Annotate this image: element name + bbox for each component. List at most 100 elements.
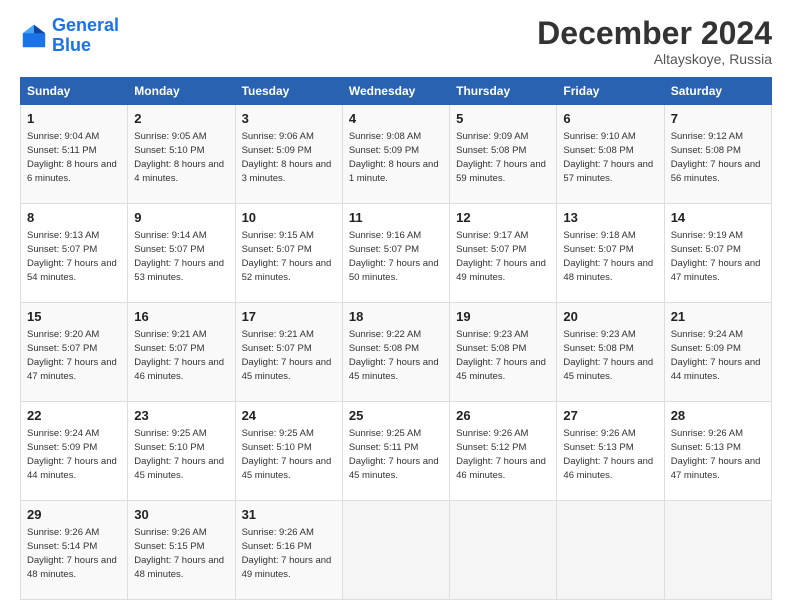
table-row: 14 Sunrise: 9:19 AMSunset: 5:07 PMDayligh… bbox=[664, 204, 771, 303]
day-info: Sunrise: 9:21 AMSunset: 5:07 PMDaylight:… bbox=[134, 329, 224, 382]
calendar-week-4: 22 Sunrise: 9:24 AMSunset: 5:09 PMDayligh… bbox=[21, 402, 772, 501]
table-row bbox=[557, 501, 664, 600]
calendar-week-2: 8 Sunrise: 9:13 AMSunset: 5:07 PMDaylight… bbox=[21, 204, 772, 303]
logo-icon bbox=[20, 22, 48, 50]
calendar-week-3: 15 Sunrise: 9:20 AMSunset: 5:07 PMDayligh… bbox=[21, 303, 772, 402]
day-number: 1 bbox=[27, 110, 121, 128]
calendar-week-1: 1 Sunrise: 9:04 AMSunset: 5:11 PMDaylight… bbox=[21, 105, 772, 204]
day-info: Sunrise: 9:13 AMSunset: 5:07 PMDaylight:… bbox=[27, 230, 117, 283]
table-row: 18 Sunrise: 9:22 AMSunset: 5:08 PMDayligh… bbox=[342, 303, 449, 402]
logo-general: General bbox=[52, 15, 119, 35]
table-row bbox=[450, 501, 557, 600]
calendar-week-5: 29 Sunrise: 9:26 AMSunset: 5:14 PMDayligh… bbox=[21, 501, 772, 600]
table-row: 8 Sunrise: 9:13 AMSunset: 5:07 PMDaylight… bbox=[21, 204, 128, 303]
day-number: 12 bbox=[456, 209, 550, 227]
day-info: Sunrise: 9:26 AMSunset: 5:16 PMDaylight:… bbox=[242, 527, 332, 580]
day-info: Sunrise: 9:17 AMSunset: 5:07 PMDaylight:… bbox=[456, 230, 546, 283]
day-info: Sunrise: 9:05 AMSunset: 5:10 PMDaylight:… bbox=[134, 131, 224, 184]
day-number: 16 bbox=[134, 308, 228, 326]
day-info: Sunrise: 9:14 AMSunset: 5:07 PMDaylight:… bbox=[134, 230, 224, 283]
day-number: 6 bbox=[563, 110, 657, 128]
day-number: 28 bbox=[671, 407, 765, 425]
month-title: December 2024 bbox=[537, 16, 772, 51]
day-info: Sunrise: 9:24 AMSunset: 5:09 PMDaylight:… bbox=[671, 329, 761, 382]
table-row: 26 Sunrise: 9:26 AMSunset: 5:12 PMDayligh… bbox=[450, 402, 557, 501]
day-number: 15 bbox=[27, 308, 121, 326]
day-number: 27 bbox=[563, 407, 657, 425]
day-info: Sunrise: 9:04 AMSunset: 5:11 PMDaylight:… bbox=[27, 131, 117, 184]
day-info: Sunrise: 9:10 AMSunset: 5:08 PMDaylight:… bbox=[563, 131, 653, 184]
day-info: Sunrise: 9:25 AMSunset: 5:11 PMDaylight:… bbox=[349, 428, 439, 481]
day-number: 19 bbox=[456, 308, 550, 326]
day-info: Sunrise: 9:24 AMSunset: 5:09 PMDaylight:… bbox=[27, 428, 117, 481]
day-info: Sunrise: 9:18 AMSunset: 5:07 PMDaylight:… bbox=[563, 230, 653, 283]
table-row: 23Sunrise: 9:25 AMSunset: 5:10 PMDayligh… bbox=[128, 402, 235, 501]
table-row: 13Sunrise: 9:18 AMSunset: 5:07 PMDayligh… bbox=[557, 204, 664, 303]
day-number: 8 bbox=[27, 209, 121, 227]
day-info: Sunrise: 9:06 AMSunset: 5:09 PMDaylight:… bbox=[242, 131, 332, 184]
col-tuesday: Tuesday bbox=[235, 78, 342, 105]
table-row: 5Sunrise: 9:09 AMSunset: 5:08 PMDaylight… bbox=[450, 105, 557, 204]
day-info: Sunrise: 9:16 AMSunset: 5:07 PMDaylight:… bbox=[349, 230, 439, 283]
table-row: 20Sunrise: 9:23 AMSunset: 5:08 PMDayligh… bbox=[557, 303, 664, 402]
day-number: 14 bbox=[671, 209, 765, 227]
day-number: 10 bbox=[242, 209, 336, 227]
day-info: Sunrise: 9:26 AMSunset: 5:13 PMDaylight:… bbox=[671, 428, 761, 481]
col-friday: Friday bbox=[557, 78, 664, 105]
table-row: 21 Sunrise: 9:24 AMSunset: 5:09 PMDayligh… bbox=[664, 303, 771, 402]
table-row: 22 Sunrise: 9:24 AMSunset: 5:09 PMDayligh… bbox=[21, 402, 128, 501]
table-row: 24Sunrise: 9:25 AMSunset: 5:10 PMDayligh… bbox=[235, 402, 342, 501]
day-number: 17 bbox=[242, 308, 336, 326]
day-info: Sunrise: 9:25 AMSunset: 5:10 PMDaylight:… bbox=[242, 428, 332, 481]
table-row: 4Sunrise: 9:08 AMSunset: 5:09 PMDaylight… bbox=[342, 105, 449, 204]
table-row: 10Sunrise: 9:15 AMSunset: 5:07 PMDayligh… bbox=[235, 204, 342, 303]
table-row: 9Sunrise: 9:14 AMSunset: 5:07 PMDaylight… bbox=[128, 204, 235, 303]
header: General Blue December 2024 Altayskoye, R… bbox=[20, 16, 772, 67]
day-info: Sunrise: 9:26 AMSunset: 5:14 PMDaylight:… bbox=[27, 527, 117, 580]
day-number: 7 bbox=[671, 110, 765, 128]
table-row: 25 Sunrise: 9:25 AMSunset: 5:11 PMDayligh… bbox=[342, 402, 449, 501]
col-wednesday: Wednesday bbox=[342, 78, 449, 105]
day-number: 31 bbox=[242, 506, 336, 524]
col-saturday: Saturday bbox=[664, 78, 771, 105]
day-info: Sunrise: 9:26 AMSunset: 5:12 PMDaylight:… bbox=[456, 428, 546, 481]
table-row: 28 Sunrise: 9:26 AMSunset: 5:13 PMDayligh… bbox=[664, 402, 771, 501]
day-info: Sunrise: 9:22 AMSunset: 5:08 PMDaylight:… bbox=[349, 329, 439, 382]
table-row: 6 Sunrise: 9:10 AMSunset: 5:08 PMDaylight… bbox=[557, 105, 664, 204]
location: Altayskoye, Russia bbox=[537, 51, 772, 67]
table-row: 1 Sunrise: 9:04 AMSunset: 5:11 PMDaylight… bbox=[21, 105, 128, 204]
table-row: 12 Sunrise: 9:17 AMSunset: 5:07 PMDayligh… bbox=[450, 204, 557, 303]
table-row: 16 Sunrise: 9:21 AMSunset: 5:07 PMDayligh… bbox=[128, 303, 235, 402]
day-info: Sunrise: 9:20 AMSunset: 5:07 PMDaylight:… bbox=[27, 329, 117, 382]
table-row: 15 Sunrise: 9:20 AMSunset: 5:07 PMDayligh… bbox=[21, 303, 128, 402]
col-sunday: Sunday bbox=[21, 78, 128, 105]
day-number: 22 bbox=[27, 407, 121, 425]
day-info: Sunrise: 9:21 AMSunset: 5:07 PMDaylight:… bbox=[242, 329, 332, 382]
day-info: Sunrise: 9:26 AMSunset: 5:13 PMDaylight:… bbox=[563, 428, 653, 481]
col-monday: Monday bbox=[128, 78, 235, 105]
day-info: Sunrise: 9:23 AMSunset: 5:08 PMDaylight:… bbox=[456, 329, 546, 382]
day-number: 18 bbox=[349, 308, 443, 326]
day-number: 2 bbox=[134, 110, 228, 128]
day-number: 26 bbox=[456, 407, 550, 425]
table-row bbox=[664, 501, 771, 600]
col-thursday: Thursday bbox=[450, 78, 557, 105]
table-row: 2 Sunrise: 9:05 AMSunset: 5:10 PMDaylight… bbox=[128, 105, 235, 204]
table-row bbox=[342, 501, 449, 600]
day-number: 21 bbox=[671, 308, 765, 326]
table-row: 3Sunrise: 9:06 AMSunset: 5:09 PMDaylight… bbox=[235, 105, 342, 204]
day-number: 11 bbox=[349, 209, 443, 227]
table-row: 19 Sunrise: 9:23 AMSunset: 5:08 PMDayligh… bbox=[450, 303, 557, 402]
day-info: Sunrise: 9:25 AMSunset: 5:10 PMDaylight:… bbox=[134, 428, 224, 481]
day-info: Sunrise: 9:09 AMSunset: 5:08 PMDaylight:… bbox=[456, 131, 546, 184]
header-row: Sunday Monday Tuesday Wednesday Thursday… bbox=[21, 78, 772, 105]
logo-text: General Blue bbox=[52, 16, 119, 56]
day-info: Sunrise: 9:26 AMSunset: 5:15 PMDaylight:… bbox=[134, 527, 224, 580]
day-number: 20 bbox=[563, 308, 657, 326]
table-row: 11 Sunrise: 9:16 AMSunset: 5:07 PMDayligh… bbox=[342, 204, 449, 303]
logo-blue: Blue bbox=[52, 35, 91, 55]
day-number: 29 bbox=[27, 506, 121, 524]
day-info: Sunrise: 9:19 AMSunset: 5:07 PMDaylight:… bbox=[671, 230, 761, 283]
day-number: 25 bbox=[349, 407, 443, 425]
table-row: 27 Sunrise: 9:26 AMSunset: 5:13 PMDayligh… bbox=[557, 402, 664, 501]
